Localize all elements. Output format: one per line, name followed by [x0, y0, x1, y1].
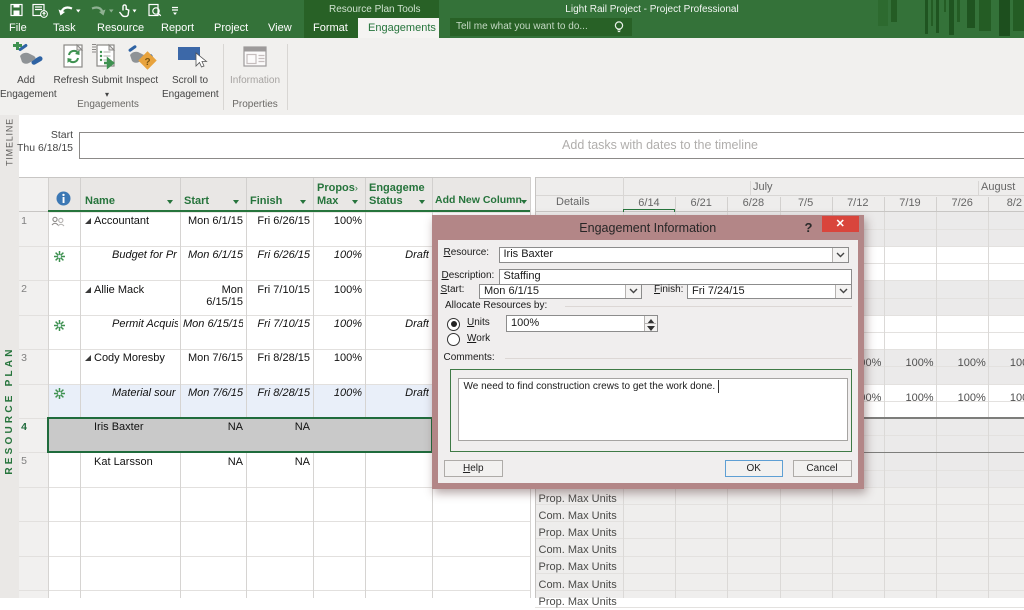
svg-text:?: ?	[144, 57, 150, 68]
